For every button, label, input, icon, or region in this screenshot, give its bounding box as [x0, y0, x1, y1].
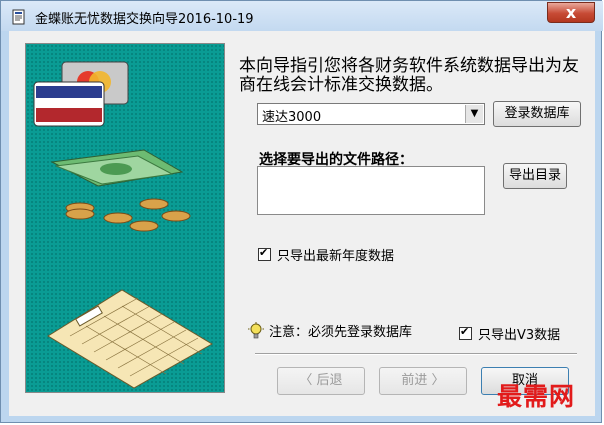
- title-bar[interactable]: 金蝶账无忧数据交换向导2016-10-19 x: [1, 1, 603, 31]
- notice: 注意：必须先登录数据库: [247, 321, 412, 340]
- wizard-side-illustration: [25, 43, 225, 393]
- back-button[interactable]: 〈 后退: [277, 367, 365, 395]
- site-watermark: 最需网: [497, 382, 576, 411]
- v3-checkbox-row[interactable]: ✔ 只导出V3数据: [459, 324, 560, 343]
- notice-text: 注意：必须先登录数据库: [269, 325, 413, 340]
- ledger-paper-icon: [47, 289, 213, 389]
- latest-year-checkbox-label: 只导出最新年度数据: [277, 249, 395, 264]
- lightbulb-icon: [248, 322, 264, 339]
- latest-year-checkbox[interactable]: ✔: [258, 246, 271, 261]
- window-title: 金蝶账无忧数据交换向导2016-10-19: [35, 12, 254, 27]
- coins-icon: [65, 198, 191, 232]
- book-page-icon: [12, 9, 25, 25]
- export-path-input[interactable]: [257, 166, 485, 215]
- close-button[interactable]: x: [547, 2, 595, 23]
- software-select[interactable]: 速达3000 ▼: [257, 103, 485, 125]
- chevron-down-icon[interactable]: ▼: [465, 105, 483, 123]
- export-directory-button[interactable]: 导出目录: [503, 163, 567, 189]
- wizard-body: 本向导指引您将各财务软件系统数据导出为友商在线会计标准交换数据。 速达3000 …: [9, 31, 595, 416]
- v3-checkbox-label: 只导出V3数据: [478, 328, 561, 343]
- credit-cards-icon: [33, 61, 129, 127]
- v3-checkbox[interactable]: ✔: [459, 325, 472, 340]
- wizard-window: 金蝶账无忧数据交换向导2016-10-19 x 本向导指引您将各财务软件系统数据…: [0, 0, 603, 423]
- latest-year-checkbox-row[interactable]: ✔ 只导出最新年度数据: [258, 245, 394, 264]
- login-database-button[interactable]: 登录数据库: [493, 101, 581, 127]
- next-button[interactable]: 前进 〉: [379, 367, 467, 395]
- close-icon: x: [565, 3, 577, 22]
- software-select-value: 速达3000: [262, 110, 322, 125]
- button-separator: [255, 353, 577, 355]
- intro-text: 本向导指引您将各财务软件系统数据导出为友商在线会计标准交换数据。: [239, 56, 579, 95]
- money-bills-icon: [50, 149, 184, 187]
- finance-illustration: [33, 61, 213, 389]
